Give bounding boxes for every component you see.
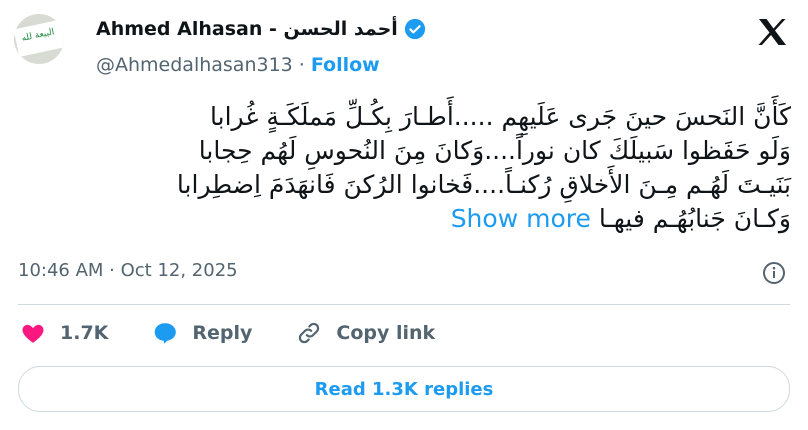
post-line: وَكـانَ جَنابُهُـم فيهـا [598,204,791,233]
post-timestamp[interactable]: 10:46 AM · Oct 12, 2025 [18,260,238,281]
read-replies-button[interactable]: Read 1.3K replies [18,366,790,412]
avatar[interactable]: البيعة لله [14,14,64,64]
verified-badge-icon [404,18,425,40]
action-bar: 1.7K Reply Copy link [20,320,479,346]
author-handle-row: @Ahmedalhasan313 · Follow [96,54,380,76]
separator-dot: · [298,54,305,76]
divider [18,304,790,305]
avatar-flag: البيعة لله [14,19,64,57]
author-name-row: Ahmed Alhasan - أحمد الحسن [96,18,426,40]
follow-button[interactable]: Follow [311,54,380,76]
like-button[interactable]: 1.7K [20,320,108,346]
reply-bubble-icon [155,323,177,344]
post-line: وَلَو حَفَظوا سَبيلَكَ كان نوراً....وَكا… [198,136,791,165]
post-line-last: وَكـانَ جَنابُهُـم فيهـا Show more [96,202,791,236]
x-logo-icon[interactable] [756,16,788,48]
post-line: بَنَيـتَ لَهُـم مِـنَ الأَخلاقِ رُكنـاً.… [176,170,791,199]
show-more-link[interactable]: Show more [451,204,591,233]
author-handle[interactable]: @Ahmedalhasan313 [96,54,293,76]
info-icon[interactable] [762,261,786,285]
post-line: كَأَنَّ النَحسَ حينَ جَرى عَلَيهِم .....… [210,102,791,131]
link-icon [299,322,320,344]
avatar-flag-text: البيعة لله [20,27,56,44]
reply-button[interactable]: Reply [152,320,252,346]
heart-icon [22,324,44,343]
post-text: كَأَنَّ النَحسَ حينَ جَرى عَلَيهِم .....… [96,100,791,236]
copy-link-button[interactable]: Copy link [296,320,435,346]
reply-label: Reply [192,322,253,344]
copy-link-label: Copy link [336,322,436,344]
read-replies-label: Read 1.3K replies [314,378,494,400]
like-count: 1.7K [60,322,109,344]
author-name[interactable]: Ahmed Alhasan - أحمد الحسن [96,18,398,40]
